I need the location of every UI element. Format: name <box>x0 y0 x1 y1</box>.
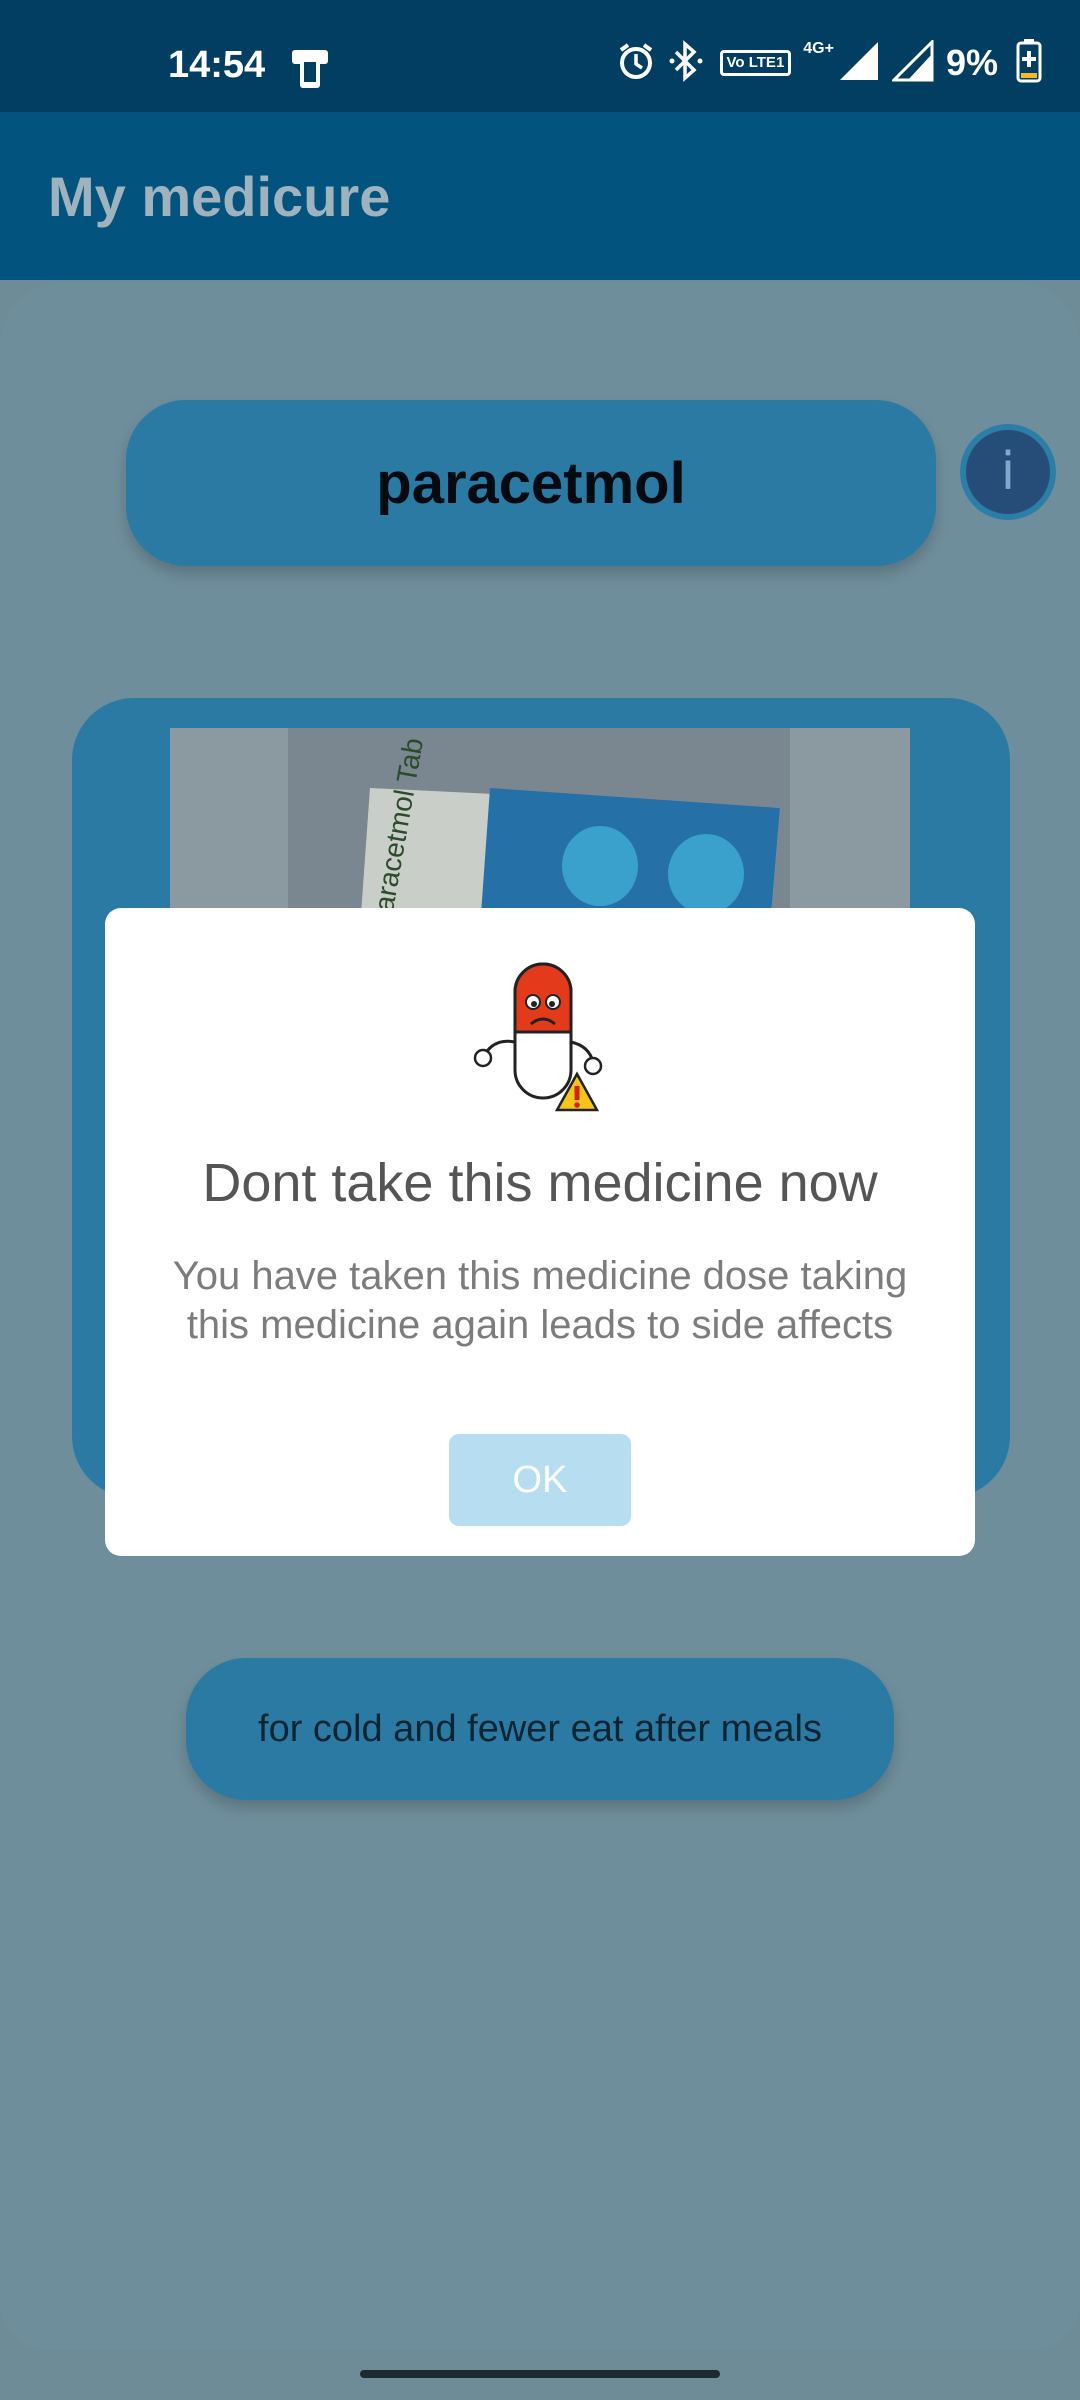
alarm-icon <box>616 41 656 86</box>
info-icon: i <box>1000 442 1016 502</box>
battery-percent: 9% <box>945 42 998 83</box>
status-icons: Vo LTE1 4G+ 9% <box>616 37 1043 88</box>
app-title: My medicure <box>48 165 391 228</box>
dialog-title: Dont take this medicine now <box>202 1153 878 1213</box>
phone-link-icon <box>288 46 332 95</box>
bluetooth-icon <box>668 39 708 87</box>
ok-button[interactable]: OK <box>449 1434 631 1526</box>
warning-dialog: Dont take this medicine now You have tak… <box>105 908 975 1556</box>
medicine-description[interactable]: for cold and fewer eat after meals <box>186 1658 894 1800</box>
signal-icon <box>838 40 880 87</box>
info-button[interactable]: i <box>960 424 1056 520</box>
blister-pack-image: paracetmol Tab <box>360 736 780 928</box>
navigation-handle[interactable] <box>360 2370 720 2378</box>
dialog-message: You have taken this medicine dose taking… <box>172 1254 908 1347</box>
network-type: 4G+ <box>803 40 834 57</box>
medicine-name-field[interactable]: paracetmol <box>126 400 936 566</box>
app-bar: My medicure <box>0 112 1080 280</box>
status-bar: 14:54 Vo LTE1 4G+ 9% <box>0 0 1080 112</box>
signal-icon-2 <box>890 37 934 87</box>
battery-charging-icon <box>1016 38 1042 88</box>
sad-pill-warning-icon <box>473 962 607 1112</box>
status-time: 14:54 <box>168 44 266 86</box>
volte-badge: Vo LTE1 <box>719 50 792 76</box>
medicine-photo: paracetmol Tab <box>170 728 910 928</box>
